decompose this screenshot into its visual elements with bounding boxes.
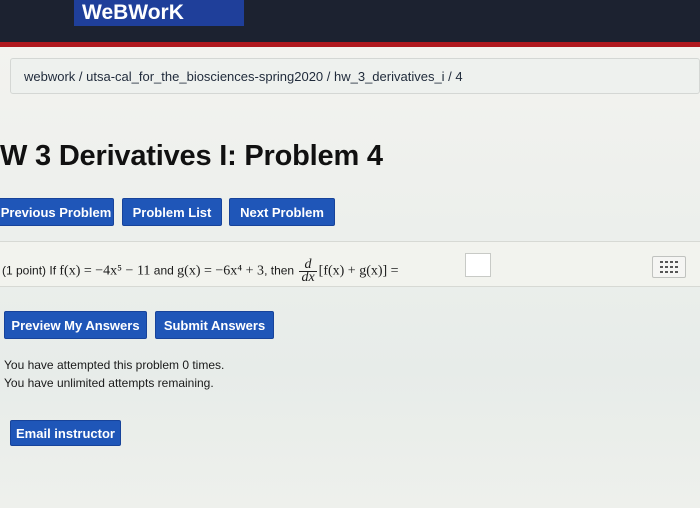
- attempts-count-text: You have attempted this problem 0 times.: [4, 358, 225, 372]
- problem-list-button[interactable]: Problem List: [122, 198, 222, 226]
- breadcrumb[interactable]: webwork / utsa-cal_for_the_biosciences-s…: [24, 69, 463, 84]
- preview-answers-button[interactable]: Preview My Answers: [4, 311, 147, 339]
- grid-icon[interactable]: [652, 256, 686, 278]
- problem-points: (1 point): [2, 263, 47, 278]
- submit-answers-button[interactable]: Submit Answers: [155, 311, 274, 339]
- problem-if: If: [49, 263, 57, 278]
- problem-statement: (1 point) If f(x) = −4x⁵ − 11 and g(x) =…: [2, 258, 399, 285]
- answer-input[interactable]: [465, 253, 491, 277]
- problem-then: , then: [264, 263, 295, 278]
- problem-and: and: [153, 263, 174, 278]
- g-definition: g(x) = −6x⁴ + 3: [177, 263, 265, 279]
- webwork-logo[interactable]: WeBWorK: [74, 0, 244, 26]
- derivative-operator: d dx: [299, 258, 317, 285]
- email-instructor-button[interactable]: Email instructor: [10, 420, 121, 446]
- next-problem-button[interactable]: Next Problem: [229, 198, 335, 226]
- previous-problem-button[interactable]: Previous Problem: [0, 198, 114, 226]
- attempt-status: You have attempted this problem 0 times.…: [4, 356, 224, 392]
- derivative-expression: [f(x) + g(x)] =: [318, 263, 399, 279]
- f-definition: f(x) = −4x⁵ − 11: [59, 263, 151, 279]
- derivative-denominator: dx: [301, 270, 315, 285]
- grid-icon-glyph: [660, 261, 678, 273]
- attempts-remaining-text: You have unlimited attempts remaining.: [4, 376, 214, 390]
- page-title: W 3 Derivatives I: Problem 4: [0, 140, 383, 172]
